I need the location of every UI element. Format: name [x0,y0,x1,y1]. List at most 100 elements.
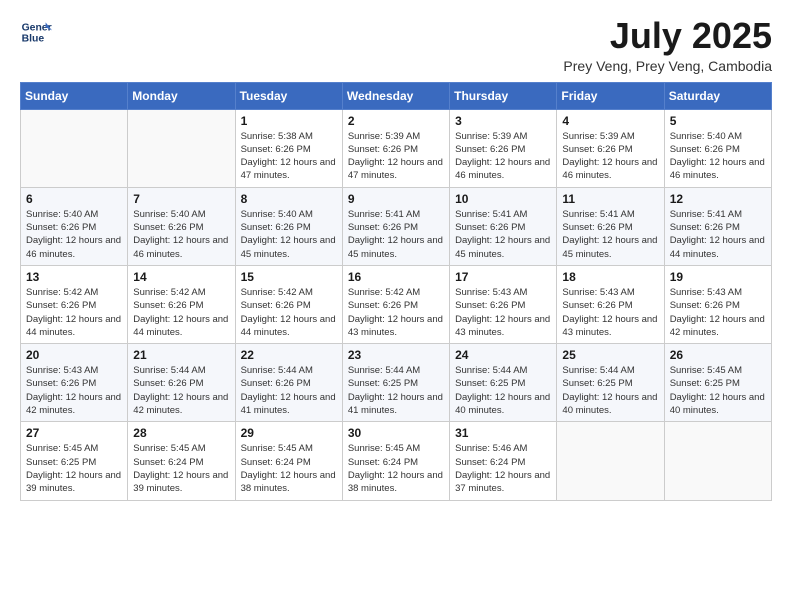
day-info: Sunrise: 5:45 AM Sunset: 6:24 PM Dayligh… [133,442,229,495]
day-number: 17 [455,270,551,284]
calendar-cell: 21Sunrise: 5:44 AM Sunset: 6:26 PM Dayli… [128,344,235,422]
day-number: 25 [562,348,658,362]
calendar-cell: 12 Sunrise: 5:41 AM Sunset: 6:26 PM Dayli… [664,187,771,265]
day-number: 27 [26,426,122,440]
calendar-cell: 18 Sunrise: 5:43 AM Sunset: 6:26 PM Dayli… [557,265,664,343]
day-number: 23 [348,348,444,362]
day-info: Sunrise: 5:43 AM Sunset: 6:26 PM Dayligh… [26,364,122,417]
logo: General Blue [20,16,52,48]
calendar-week-row: 27 Sunrise: 5:45 AM Sunset: 6:25 PM Dayli… [21,422,772,500]
day-info: Sunrise: 5:43 AM Sunset: 6:26 PM Dayligh… [562,286,658,339]
day-info: Sunrise: 5:45 AM Sunset: 6:25 PM Dayligh… [670,364,766,417]
day-info: Sunrise: 5:42 AM Sunset: 6:26 PM Dayligh… [348,286,444,339]
day-number: 29 [241,426,337,440]
day-info: Sunrise: 5:40 AM Sunset: 6:26 PM Dayligh… [133,208,229,261]
calendar-cell: 17 Sunrise: 5:43 AM Sunset: 6:26 PM Dayli… [450,265,557,343]
calendar-cell: 6Sunrise: 5:40 AM Sunset: 6:26 PM Daylig… [21,187,128,265]
day-info: Sunrise: 5:43 AM Sunset: 6:26 PM Dayligh… [670,286,766,339]
location: Prey Veng, Prey Veng, Cambodia [563,58,772,74]
calendar-header-wednesday: Wednesday [342,82,449,109]
day-info: Sunrise: 5:39 AM Sunset: 6:26 PM Dayligh… [562,130,658,183]
calendar-header-sunday: Sunday [21,82,128,109]
day-info: Sunrise: 5:44 AM Sunset: 6:25 PM Dayligh… [562,364,658,417]
calendar-cell: 11 Sunrise: 5:41 AM Sunset: 6:26 PM Dayli… [557,187,664,265]
calendar-week-row: 6Sunrise: 5:40 AM Sunset: 6:26 PM Daylig… [21,187,772,265]
calendar-cell: 1 Sunrise: 5:38 AM Sunset: 6:26 PM Daylig… [235,109,342,187]
day-number: 10 [455,192,551,206]
day-info: Sunrise: 5:41 AM Sunset: 6:26 PM Dayligh… [455,208,551,261]
logo-icon: General Blue [20,16,52,48]
day-info: Sunrise: 5:39 AM Sunset: 6:26 PM Dayligh… [348,130,444,183]
calendar-cell: 13Sunrise: 5:42 AM Sunset: 6:26 PM Dayli… [21,265,128,343]
day-number: 1 [241,114,337,128]
day-info: Sunrise: 5:40 AM Sunset: 6:26 PM Dayligh… [26,208,122,261]
calendar-cell: 22 Sunrise: 5:44 AM Sunset: 6:26 PM Dayli… [235,344,342,422]
calendar-week-row: 13Sunrise: 5:42 AM Sunset: 6:26 PM Dayli… [21,265,772,343]
calendar-cell [128,109,235,187]
calendar-header-tuesday: Tuesday [235,82,342,109]
calendar-cell: 10 Sunrise: 5:41 AM Sunset: 6:26 PM Dayli… [450,187,557,265]
calendar-cell: 25 Sunrise: 5:44 AM Sunset: 6:25 PM Dayli… [557,344,664,422]
day-number: 30 [348,426,444,440]
calendar-cell: 26 Sunrise: 5:45 AM Sunset: 6:25 PM Dayli… [664,344,771,422]
calendar-cell: 24Sunrise: 5:44 AM Sunset: 6:25 PM Dayli… [450,344,557,422]
day-number: 20 [26,348,122,362]
day-info: Sunrise: 5:43 AM Sunset: 6:26 PM Dayligh… [455,286,551,339]
day-number: 28 [133,426,229,440]
day-number: 31 [455,426,551,440]
day-number: 12 [670,192,766,206]
svg-text:Blue: Blue [22,34,45,45]
calendar-cell: 27 Sunrise: 5:45 AM Sunset: 6:25 PM Dayli… [21,422,128,500]
day-number: 9 [348,192,444,206]
month-title: July 2025 [563,16,772,56]
calendar-week-row: 20 Sunrise: 5:43 AM Sunset: 6:26 PM Dayli… [21,344,772,422]
calendar-cell: 7 Sunrise: 5:40 AM Sunset: 6:26 PM Daylig… [128,187,235,265]
calendar-header-thursday: Thursday [450,82,557,109]
day-number: 7 [133,192,229,206]
day-info: Sunrise: 5:46 AM Sunset: 6:24 PM Dayligh… [455,442,551,495]
day-info: Sunrise: 5:41 AM Sunset: 6:26 PM Dayligh… [670,208,766,261]
day-info: Sunrise: 5:44 AM Sunset: 6:25 PM Dayligh… [348,364,444,417]
calendar-cell: 9 Sunrise: 5:41 AM Sunset: 6:26 PM Daylig… [342,187,449,265]
day-number: 18 [562,270,658,284]
day-info: Sunrise: 5:42 AM Sunset: 6:26 PM Dayligh… [241,286,337,339]
calendar-cell [664,422,771,500]
calendar-header-saturday: Saturday [664,82,771,109]
day-info: Sunrise: 5:40 AM Sunset: 6:26 PM Dayligh… [670,130,766,183]
day-number: 11 [562,192,658,206]
calendar-cell: 3Sunrise: 5:39 AM Sunset: 6:26 PM Daylig… [450,109,557,187]
calendar-cell: 2Sunrise: 5:39 AM Sunset: 6:26 PM Daylig… [342,109,449,187]
page-header: General Blue July 2025 Prey Veng, Prey V… [20,16,772,74]
day-number: 26 [670,348,766,362]
calendar-cell: 29 Sunrise: 5:45 AM Sunset: 6:24 PM Dayli… [235,422,342,500]
day-info: Sunrise: 5:41 AM Sunset: 6:26 PM Dayligh… [562,208,658,261]
day-number: 3 [455,114,551,128]
calendar-header-friday: Friday [557,82,664,109]
calendar-cell: 20 Sunrise: 5:43 AM Sunset: 6:26 PM Dayli… [21,344,128,422]
calendar-cell: 4Sunrise: 5:39 AM Sunset: 6:26 PM Daylig… [557,109,664,187]
day-info: Sunrise: 5:42 AM Sunset: 6:26 PM Dayligh… [26,286,122,339]
calendar-cell: 15 Sunrise: 5:42 AM Sunset: 6:26 PM Dayli… [235,265,342,343]
calendar-cell [557,422,664,500]
calendar-cell: 8 Sunrise: 5:40 AM Sunset: 6:26 PM Daylig… [235,187,342,265]
calendar-cell [21,109,128,187]
day-info: Sunrise: 5:40 AM Sunset: 6:26 PM Dayligh… [241,208,337,261]
calendar-cell: 28 Sunrise: 5:45 AM Sunset: 6:24 PM Dayli… [128,422,235,500]
day-info: Sunrise: 5:38 AM Sunset: 6:26 PM Dayligh… [241,130,337,183]
calendar-header-row: SundayMondayTuesdayWednesdayThursdayFrid… [21,82,772,109]
day-number: 22 [241,348,337,362]
calendar-cell: 30Sunrise: 5:45 AM Sunset: 6:24 PM Dayli… [342,422,449,500]
day-number: 16 [348,270,444,284]
day-info: Sunrise: 5:42 AM Sunset: 6:26 PM Dayligh… [133,286,229,339]
day-info: Sunrise: 5:44 AM Sunset: 6:26 PM Dayligh… [241,364,337,417]
day-info: Sunrise: 5:45 AM Sunset: 6:24 PM Dayligh… [241,442,337,495]
calendar-cell: 31 Sunrise: 5:46 AM Sunset: 6:24 PM Dayli… [450,422,557,500]
day-info: Sunrise: 5:41 AM Sunset: 6:26 PM Dayligh… [348,208,444,261]
day-number: 19 [670,270,766,284]
calendar-cell: 5Sunrise: 5:40 AM Sunset: 6:26 PM Daylig… [664,109,771,187]
day-number: 8 [241,192,337,206]
calendar-cell: 23 Sunrise: 5:44 AM Sunset: 6:25 PM Dayli… [342,344,449,422]
day-info: Sunrise: 5:45 AM Sunset: 6:25 PM Dayligh… [26,442,122,495]
calendar-cell: 16 Sunrise: 5:42 AM Sunset: 6:26 PM Dayli… [342,265,449,343]
day-number: 15 [241,270,337,284]
